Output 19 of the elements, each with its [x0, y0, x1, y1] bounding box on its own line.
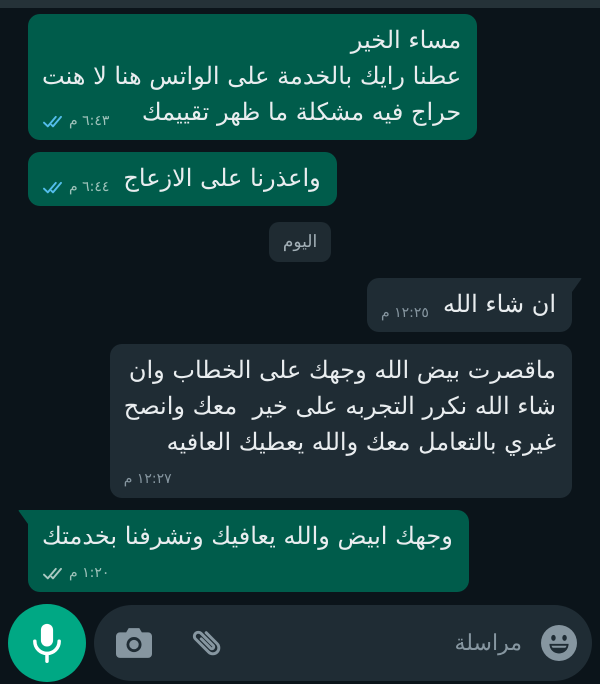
emoji-icon[interactable] [541, 625, 577, 661]
message-time: ١:٢٠ م [69, 564, 110, 582]
message-text: ان شاء الله [442, 289, 556, 320]
message-time: ١٢:٢٥ م [381, 304, 429, 322]
message-text: حراج فيه مشكلة ما ظهر تقييمك [142, 97, 462, 128]
message-text: غيري بالتعامل معك والله يعطيك العافيه [166, 427, 556, 458]
message-time: ٦:٤٣ م [69, 112, 110, 130]
camera-icon[interactable] [116, 627, 152, 659]
message-input[interactable]: مراسلة [226, 623, 522, 663]
message-text: واعذرنا على الازعاج [123, 163, 321, 194]
message-time: ٦:٤٤ م [69, 178, 110, 196]
message-time: ١٢:٢٧ م [124, 470, 172, 488]
date-chip: اليوم [268, 222, 332, 262]
message-field[interactable]: مراسلة [94, 605, 592, 681]
message-text: ماقصرت بيض الله وجهك على الخطاب وان [128, 355, 556, 386]
message-text: مساء الخير [350, 25, 462, 56]
message-text: وجهك ابيض والله يعافيك وتشرفنا بخدمتك [42, 521, 453, 552]
message-text: عطنا رايك بالخدمة على الواتس هنا لا هنت [42, 61, 462, 92]
message-text: شاء الله نكرر التجربه على خير معك وانصح [124, 391, 556, 422]
